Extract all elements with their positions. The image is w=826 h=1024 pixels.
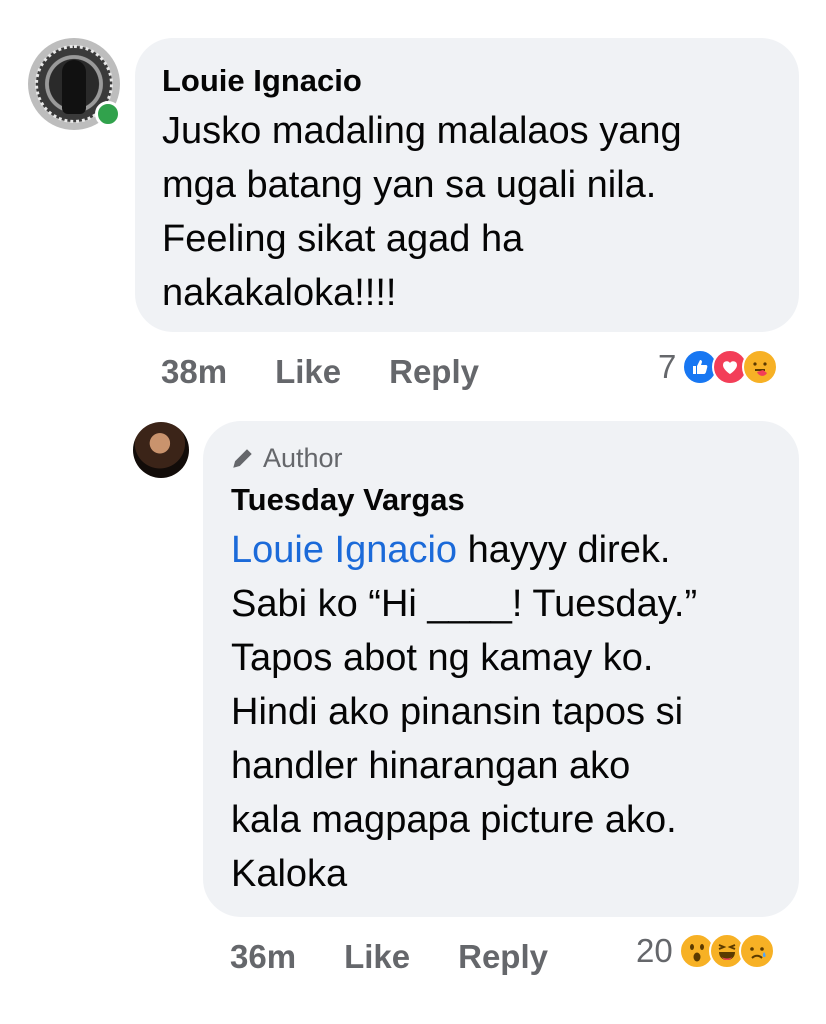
comment-timestamp[interactable]: 38m xyxy=(161,353,227,391)
mention-link[interactable]: Louie Ignacio xyxy=(231,529,457,571)
reply-line: hayyy direk. xyxy=(467,529,671,571)
pencil-icon xyxy=(233,449,252,468)
comment-like-button[interactable]: Like xyxy=(275,353,341,391)
avatar-figure xyxy=(62,60,86,114)
care-icon xyxy=(742,349,779,385)
comment-actions: 38m Like Reply xyxy=(161,350,527,394)
reply-line: kala magpapa picture ako. xyxy=(231,799,677,841)
reply-reactions[interactable]: 20 xyxy=(636,932,775,970)
reply-line: Kaloka xyxy=(231,853,348,895)
reply-actions: 36m Like Reply xyxy=(230,935,596,979)
comment-reactions[interactable]: 7 xyxy=(658,348,779,386)
comment-reply-button[interactable]: Reply xyxy=(389,353,479,391)
reply-line: Hindi ako pinansin tapos si xyxy=(231,691,684,733)
reply-like-button[interactable]: Like xyxy=(344,938,410,976)
reply-bubble: Author Tuesday Vargas Louie Ignacio hayy… xyxy=(203,421,799,917)
reply-line: Tapos abot ng kamay ko. xyxy=(231,637,654,679)
reply-line: Sabi ko “Hi ____! Tuesday.” xyxy=(231,583,698,625)
comment-bubble: Louie Ignacio Jusko madaling malalaos ya… xyxy=(135,38,799,332)
comment-text: Jusko madaling malalaos yang mga batang … xyxy=(162,110,682,314)
reply-author-name[interactable]: Tuesday Vargas xyxy=(231,481,799,519)
author-badge: Author xyxy=(231,441,799,475)
reply-line: handler hinarangan ako xyxy=(231,745,631,787)
reply-text: Louie Ignacio hayyy direk. Sabi ko “Hi _… xyxy=(231,523,799,901)
reply-timestamp[interactable]: 36m xyxy=(230,938,296,976)
avatar-tuesday-vargas[interactable] xyxy=(133,422,189,478)
comment-author-name[interactable]: Louie Ignacio xyxy=(162,62,799,100)
reaction-count: 7 xyxy=(658,348,677,385)
sad-icon xyxy=(738,933,775,969)
reply-reply-button[interactable]: Reply xyxy=(458,938,548,976)
reaction-count: 20 xyxy=(636,932,673,969)
author-badge-label: Author xyxy=(263,442,343,473)
online-status-icon xyxy=(95,101,121,127)
